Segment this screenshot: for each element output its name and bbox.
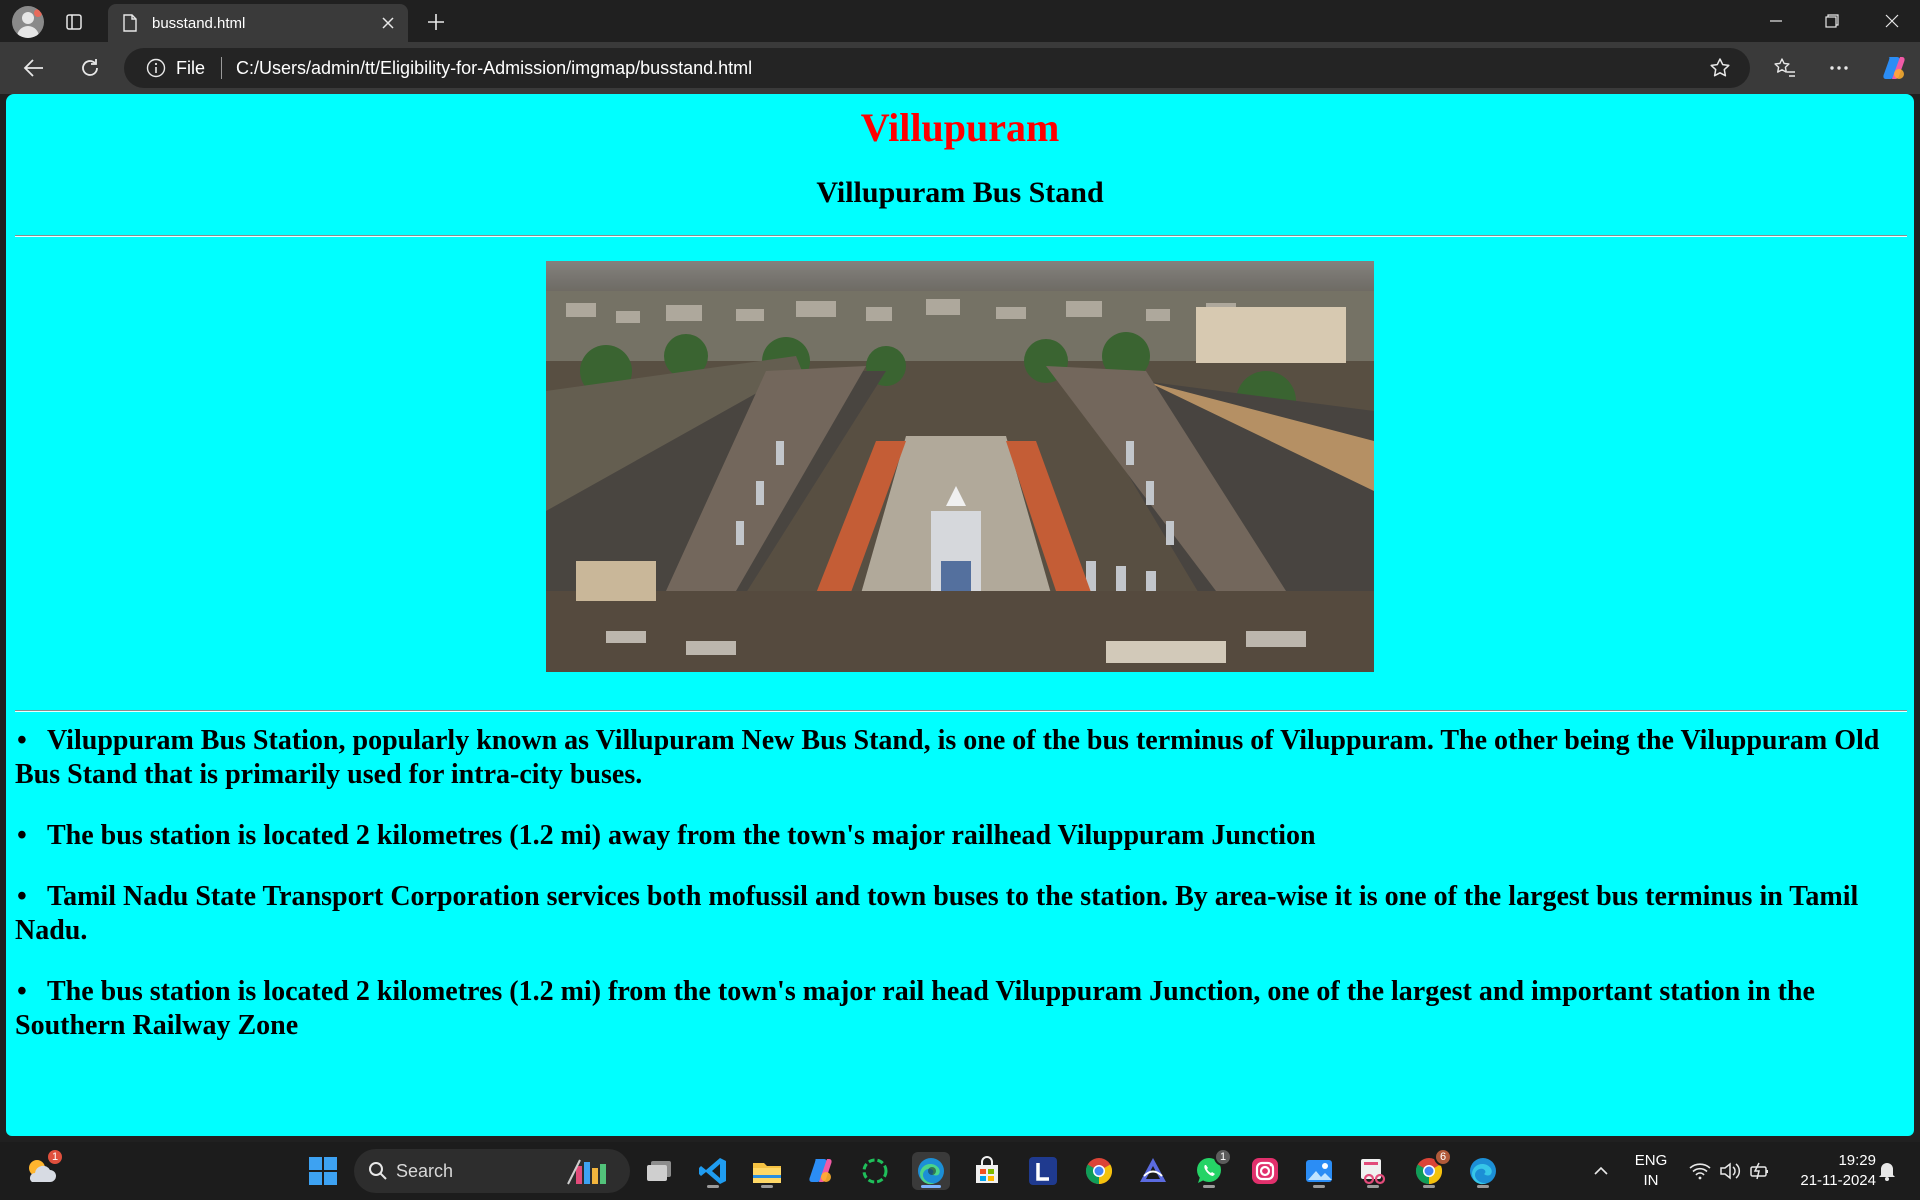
favorites-icon[interactable] [1770, 54, 1800, 82]
tab-title: busstand.html [152, 14, 246, 32]
divider-top [15, 235, 1907, 237]
task-view-icon[interactable] [640, 1152, 678, 1190]
quick-settings-button[interactable] [1678, 1152, 1782, 1190]
browser-tab-bar: busstand.html [0, 0, 1920, 42]
show-hidden-icons-chevron-icon[interactable] [1582, 1152, 1620, 1190]
bullet-marker: • [17, 820, 27, 851]
close-window-icon[interactable] [1864, 0, 1920, 42]
l-app-icon[interactable] [1024, 1152, 1062, 1190]
whatsapp-badge: 1 [1214, 1148, 1232, 1166]
copilot-icon[interactable] [802, 1152, 840, 1190]
taskbar: 1 Search 1 6 ENG IN 19:29 21-11-2024 [0, 1142, 1920, 1200]
file-explorer-icon[interactable] [748, 1152, 786, 1190]
page-viewport: Villupuram Villupuram Bus Stand • Vilupp… [6, 94, 1914, 1136]
fact-text: Viluppuram Bus Station, popularly known … [15, 725, 1880, 790]
notification-bell-icon[interactable] [1872, 1152, 1902, 1190]
facts-list: • Viluppuram Bus Station, popularly known… [15, 724, 1907, 1070]
search-label: Search [396, 1160, 454, 1181]
page-subtitle: Villupuram Bus Stand [816, 176, 1104, 209]
refresh-icon[interactable] [76, 54, 104, 82]
search-highlight-icon [567, 1159, 606, 1185]
weather-icon[interactable]: 1 [22, 1148, 64, 1190]
language-top: ENG [1634, 1152, 1668, 1169]
battery-charging-icon [1750, 1162, 1768, 1180]
running-indicator [1203, 1185, 1215, 1188]
instagram-icon[interactable] [1246, 1152, 1284, 1190]
edge-icon[interactable] [912, 1152, 950, 1190]
bullet-marker: • [17, 725, 27, 756]
running-indicator [1313, 1185, 1325, 1188]
active-tab[interactable]: busstand.html [108, 4, 408, 42]
windows-start-icon[interactable] [304, 1152, 342, 1190]
minimize-icon[interactable] [1748, 0, 1804, 42]
fact-text: The bus station is located 2 kilometres … [15, 976, 1815, 1041]
back-icon[interactable] [20, 54, 48, 82]
running-indicator [921, 1185, 941, 1188]
page-icon [123, 14, 137, 32]
search-icon [369, 1162, 387, 1180]
whatsapp-icon[interactable]: 1 [1190, 1148, 1232, 1190]
bullet-marker: • [17, 881, 27, 912]
list-item: • The bus station is located 2 kilometres… [15, 819, 1907, 853]
profile-avatar-icon[interactable] [12, 6, 44, 38]
clock-date: 21-11-2024 [1800, 1172, 1876, 1189]
restore-icon[interactable] [1804, 0, 1860, 42]
divider-bottom [15, 710, 1907, 712]
fact-text: The bus station is located 2 kilometres … [47, 820, 1316, 851]
taskbar-search-box[interactable]: Search [354, 1149, 630, 1193]
running-indicator [1423, 1185, 1435, 1188]
language-indicator[interactable]: ENG IN [1626, 1151, 1676, 1191]
list-item: • The bus station is located 2 kilometres… [15, 975, 1907, 1043]
bus-stand-photo [546, 261, 1374, 672]
address-separator [221, 57, 223, 79]
running-indicator [1477, 1185, 1489, 1188]
address-bar[interactable]: File C:/Users/admin/tt/Eligibility-for-A… [124, 48, 1750, 88]
page-title: Villupuram [860, 105, 1060, 150]
bullet-marker: • [17, 976, 27, 1007]
address-url[interactable]: C:/Users/admin/tt/Eligibility-for-Admiss… [236, 58, 1708, 79]
edge-dev-icon[interactable] [1464, 1152, 1502, 1190]
chrome-icon[interactable] [1080, 1152, 1118, 1190]
photos-icon[interactable] [1300, 1152, 1338, 1190]
browser-toolbar: File C:/Users/admin/tt/Eligibility-for-A… [0, 42, 1920, 94]
language-bottom: IN [1643, 1172, 1659, 1189]
app-ring-icon[interactable] [856, 1152, 894, 1190]
new-tab-icon[interactable] [422, 8, 450, 36]
running-indicator [707, 1185, 719, 1188]
list-item: • Viluppuram Bus Station, popularly known… [15, 724, 1907, 792]
weather-badge: 1 [46, 1148, 64, 1166]
copilot-sidebar-icon[interactable] [1878, 52, 1910, 84]
clock-time: 19:29 [1838, 1152, 1876, 1169]
arc-app-icon[interactable] [1134, 1152, 1172, 1190]
running-indicator [1367, 1185, 1379, 1188]
store-icon[interactable] [968, 1152, 1006, 1190]
vscode-icon[interactable] [694, 1152, 732, 1190]
fact-text: Tamil Nadu State Transport Corporation s… [15, 881, 1859, 946]
workspaces-icon[interactable] [60, 8, 88, 36]
chrome-profile-icon[interactable]: 6 [1410, 1148, 1452, 1190]
chrome-badge: 6 [1434, 1148, 1452, 1166]
clock[interactable]: 19:29 21-11-2024 [1780, 1151, 1876, 1191]
snipping-tool-icon[interactable] [1354, 1152, 1392, 1190]
site-info-icon[interactable] [146, 58, 166, 78]
tab-close-icon[interactable] [374, 9, 402, 37]
running-indicator [761, 1185, 773, 1188]
address-scheme-label: File [176, 57, 206, 78]
list-item: • Tamil Nadu State Transport Corporation … [15, 880, 1907, 948]
volume-icon [1720, 1162, 1741, 1180]
favorite-star-icon[interactable] [1708, 56, 1732, 80]
wifi-icon [1689, 1163, 1711, 1180]
more-menu-icon[interactable] [1824, 54, 1854, 82]
